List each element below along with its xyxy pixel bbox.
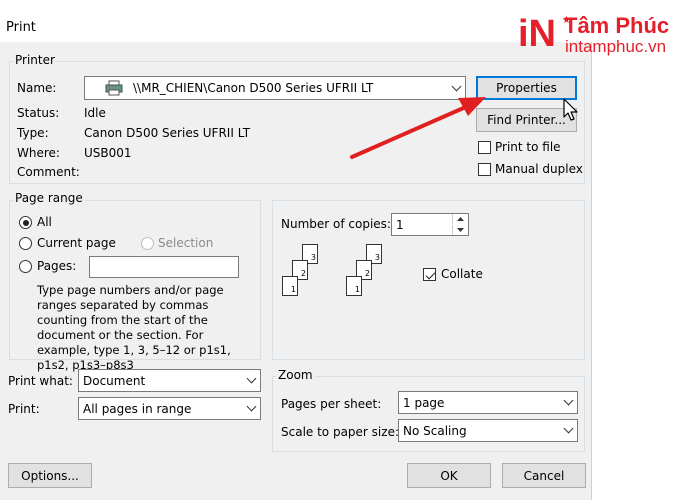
brand-watermark: iN ★ Tâm Phúc intamphuc.vn [518,12,698,62]
annotation-arrow [350,97,486,159]
mouse-cursor-icon [563,98,578,121]
brand-logo-in: iN [518,13,556,55]
brand-name: Tâm Phúc [564,13,670,38]
brand-url: intamphuc.vn [565,37,667,56]
